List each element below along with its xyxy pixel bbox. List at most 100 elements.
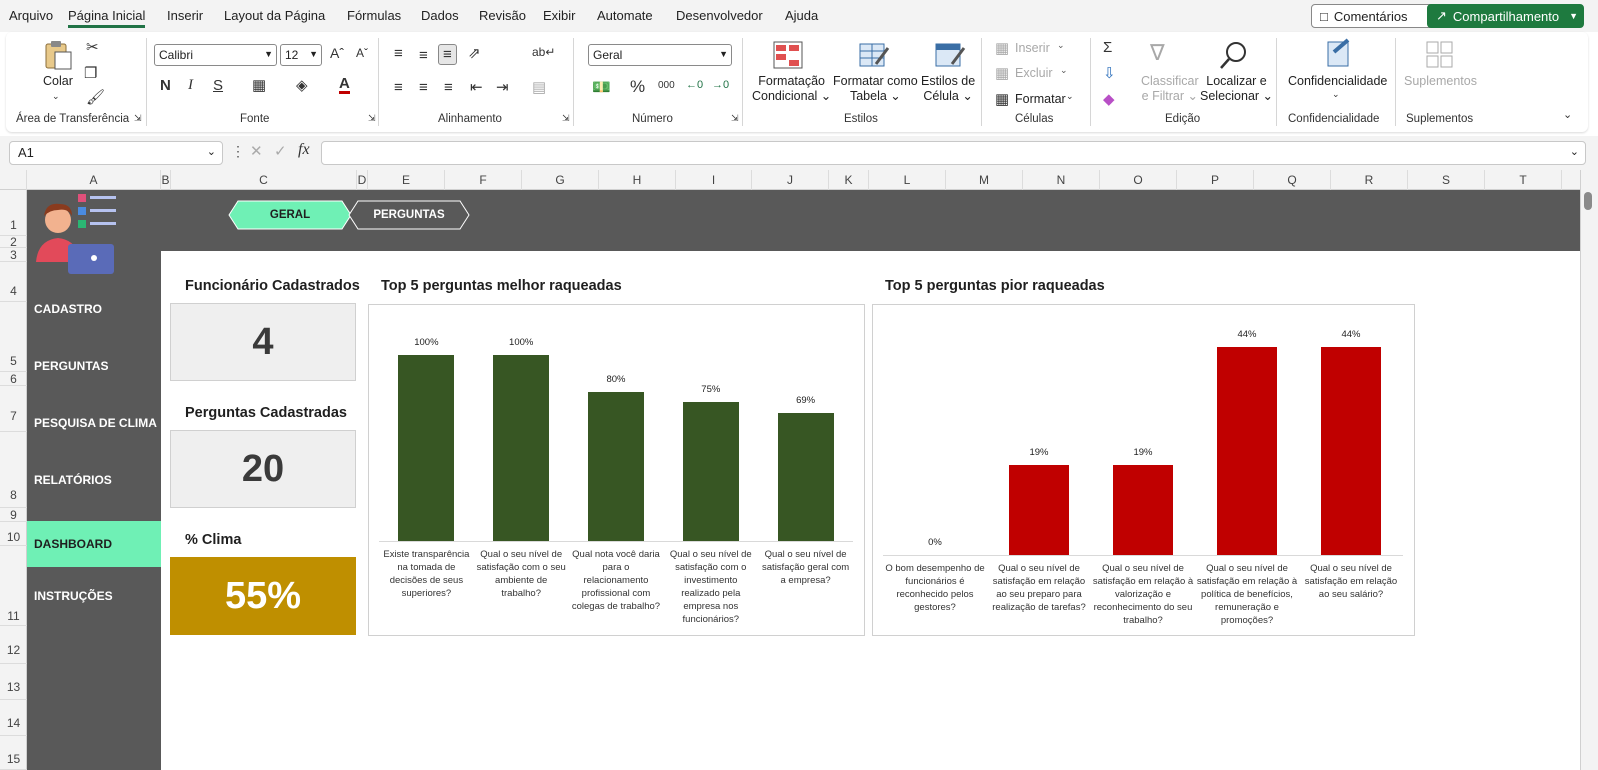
increase-decimal-icon[interactable]: ←0 bbox=[686, 80, 703, 91]
copy-icon[interactable]: ❐ bbox=[84, 66, 97, 81]
chart-bar[interactable] bbox=[398, 355, 455, 541]
vertical-scrollbar[interactable] bbox=[1580, 170, 1598, 770]
menu-ajuda[interactable]: Ajuda bbox=[785, 8, 818, 23]
column-header[interactable]: B bbox=[161, 170, 171, 190]
column-header[interactable]: O bbox=[1100, 170, 1177, 190]
fill-color-icon[interactable]: ◈ bbox=[296, 78, 308, 93]
addins-label[interactable]: Suplementos bbox=[1404, 74, 1477, 89]
currency-icon[interactable]: 💵 bbox=[592, 80, 611, 95]
sensitivity-label[interactable]: Confidencialidade bbox=[1288, 74, 1387, 89]
column-header[interactable]: P bbox=[1177, 170, 1254, 190]
insert-function-icon[interactable]: fx bbox=[298, 142, 310, 158]
tab-geral-label[interactable]: GERAL bbox=[228, 200, 352, 230]
row-header[interactable]: 3 bbox=[0, 248, 27, 262]
chevron-down-icon[interactable]: ⌄ bbox=[1057, 41, 1065, 50]
column-header[interactable]: L bbox=[869, 170, 946, 190]
autosum-icon[interactable]: Σ bbox=[1103, 40, 1112, 55]
format-cells-icon[interactable]: ▦ bbox=[995, 92, 1009, 107]
row-header[interactable]: 9 bbox=[0, 508, 27, 522]
menu-layout-pagina[interactable]: Layout da Página bbox=[224, 8, 325, 23]
menu-exibir[interactable]: Exibir bbox=[543, 8, 576, 23]
column-header[interactable]: R bbox=[1331, 170, 1408, 190]
row-header[interactable]: 7 bbox=[0, 386, 27, 432]
column-header[interactable]: I bbox=[676, 170, 752, 190]
sidebar-item-dashboard[interactable]: DASHBOARD bbox=[27, 521, 161, 567]
sidebar-item-instrucoes[interactable]: INSTRUÇÕES bbox=[27, 573, 161, 619]
column-header[interactable]: A bbox=[27, 170, 161, 190]
align-left-icon[interactable]: ≡ bbox=[394, 80, 403, 95]
row-header[interactable]: 10 bbox=[0, 522, 27, 546]
sort-filter-label[interactable]: Classificar e Filtrar ⌄ bbox=[1141, 74, 1199, 104]
percent-icon[interactable]: % bbox=[630, 78, 645, 95]
align-right-icon[interactable]: ≡ bbox=[444, 80, 453, 95]
decrease-decimal-icon[interactable]: →0 bbox=[712, 80, 729, 91]
menu-automate[interactable]: Automate bbox=[597, 8, 653, 23]
column-header[interactable]: D bbox=[357, 170, 368, 190]
chevron-down-icon[interactable]: ⌄ bbox=[1570, 145, 1579, 158]
menu-dados[interactable]: Dados bbox=[421, 8, 459, 23]
cut-icon[interactable]: ✂ bbox=[86, 40, 99, 55]
column-header[interactable]: C bbox=[171, 170, 357, 190]
insert-cells-label[interactable]: Inserir bbox=[1015, 41, 1050, 56]
underline-icon[interactable]: S bbox=[213, 78, 223, 93]
column-header[interactable]: K bbox=[829, 170, 869, 190]
format-as-table-icon[interactable] bbox=[858, 40, 890, 70]
align-middle-icon[interactable]: ≡ bbox=[419, 48, 428, 63]
format-cells-label[interactable]: Formatar bbox=[1015, 92, 1066, 107]
column-header[interactable]: N bbox=[1023, 170, 1100, 190]
paste-icon[interactable] bbox=[42, 40, 74, 70]
menu-arquivo[interactable]: Arquivo bbox=[9, 8, 53, 23]
shrink-font-icon[interactable]: Aˇ bbox=[356, 47, 368, 59]
column-header[interactable]: F bbox=[445, 170, 522, 190]
row-header[interactable]: 2 bbox=[0, 236, 27, 248]
wrap-text-icon[interactable]: ab↵ bbox=[532, 46, 555, 58]
fill-icon[interactable]: ⇩ bbox=[1103, 66, 1116, 81]
delete-cells-icon[interactable]: ▦ bbox=[995, 66, 1009, 81]
column-header[interactable]: H bbox=[599, 170, 676, 190]
scroll-thumb[interactable] bbox=[1584, 192, 1592, 210]
chevron-down-icon[interactable]: ⌄ bbox=[52, 92, 60, 101]
merge-center-icon[interactable]: ▤ bbox=[532, 80, 546, 95]
sidebar-item-relatorios[interactable]: RELATÓRIOS bbox=[27, 457, 161, 503]
row-header[interactable]: 4 bbox=[0, 262, 27, 302]
menu-formulas[interactable]: Fórmulas bbox=[347, 8, 401, 23]
sidebar-item-pesquisa-clima[interactable]: PESQUISA DE CLIMA bbox=[27, 400, 161, 446]
chart-bar[interactable] bbox=[682, 401, 739, 541]
dialog-launcher-icon[interactable]: ⇲ bbox=[731, 114, 739, 123]
menu-inserir[interactable]: Inserir bbox=[167, 8, 203, 23]
select-all-corner[interactable] bbox=[0, 170, 27, 190]
column-header[interactable]: T bbox=[1485, 170, 1562, 190]
chart-worst[interactable]: 0% O bom desempenho de funcionários é rec… bbox=[872, 304, 1415, 636]
share-button[interactable]: ↗ Compartilhamento ▼ bbox=[1427, 4, 1584, 28]
find-select-label[interactable]: Localizar e Selecionar ⌄ bbox=[1200, 74, 1273, 104]
cancel-icon[interactable]: ✕ bbox=[250, 144, 263, 159]
row-header[interactable]: 8 bbox=[0, 432, 27, 508]
font-name-combo[interactable]: Calibri ▼ bbox=[154, 44, 277, 66]
dialog-launcher-icon[interactable]: ⇲ bbox=[368, 114, 376, 123]
row-header[interactable]: 11 bbox=[0, 546, 27, 626]
conditional-formatting-icon[interactable] bbox=[772, 40, 804, 70]
delete-cells-label[interactable]: Excluir bbox=[1015, 66, 1053, 81]
insert-cells-icon[interactable]: ▦ bbox=[995, 41, 1009, 56]
row-header[interactable]: 1 bbox=[0, 190, 27, 236]
row-header[interactable]: 15 bbox=[0, 736, 27, 770]
row-header[interactable]: 12 bbox=[0, 626, 27, 664]
increase-indent-icon[interactable]: ⇥ bbox=[496, 80, 509, 95]
chart-bar[interactable] bbox=[1321, 347, 1381, 555]
sort-filter-icon[interactable]: ∇ bbox=[1150, 42, 1165, 64]
comments-button[interactable]: □ Comentários bbox=[1311, 4, 1435, 28]
addins-icon[interactable] bbox=[1424, 40, 1456, 70]
column-header[interactable]: E bbox=[368, 170, 445, 190]
font-size-combo[interactable]: 12 ▼ bbox=[280, 44, 322, 66]
font-color-icon[interactable]: A bbox=[339, 76, 350, 94]
orientation-icon[interactable]: ⇗ bbox=[468, 46, 481, 61]
column-header[interactable]: S bbox=[1408, 170, 1485, 190]
align-top-icon[interactable]: ≡ bbox=[394, 46, 403, 61]
chart-bar[interactable] bbox=[588, 392, 644, 541]
thousands-separator-icon[interactable]: 000 bbox=[658, 81, 675, 91]
row-header[interactable]: 6 bbox=[0, 372, 27, 386]
menu-revisao[interactable]: Revisão bbox=[479, 8, 526, 23]
dialog-launcher-icon[interactable]: ⇲ bbox=[134, 114, 142, 123]
chevron-down-icon[interactable]: ⌄ bbox=[1332, 90, 1340, 99]
column-header[interactable]: G bbox=[522, 170, 599, 190]
